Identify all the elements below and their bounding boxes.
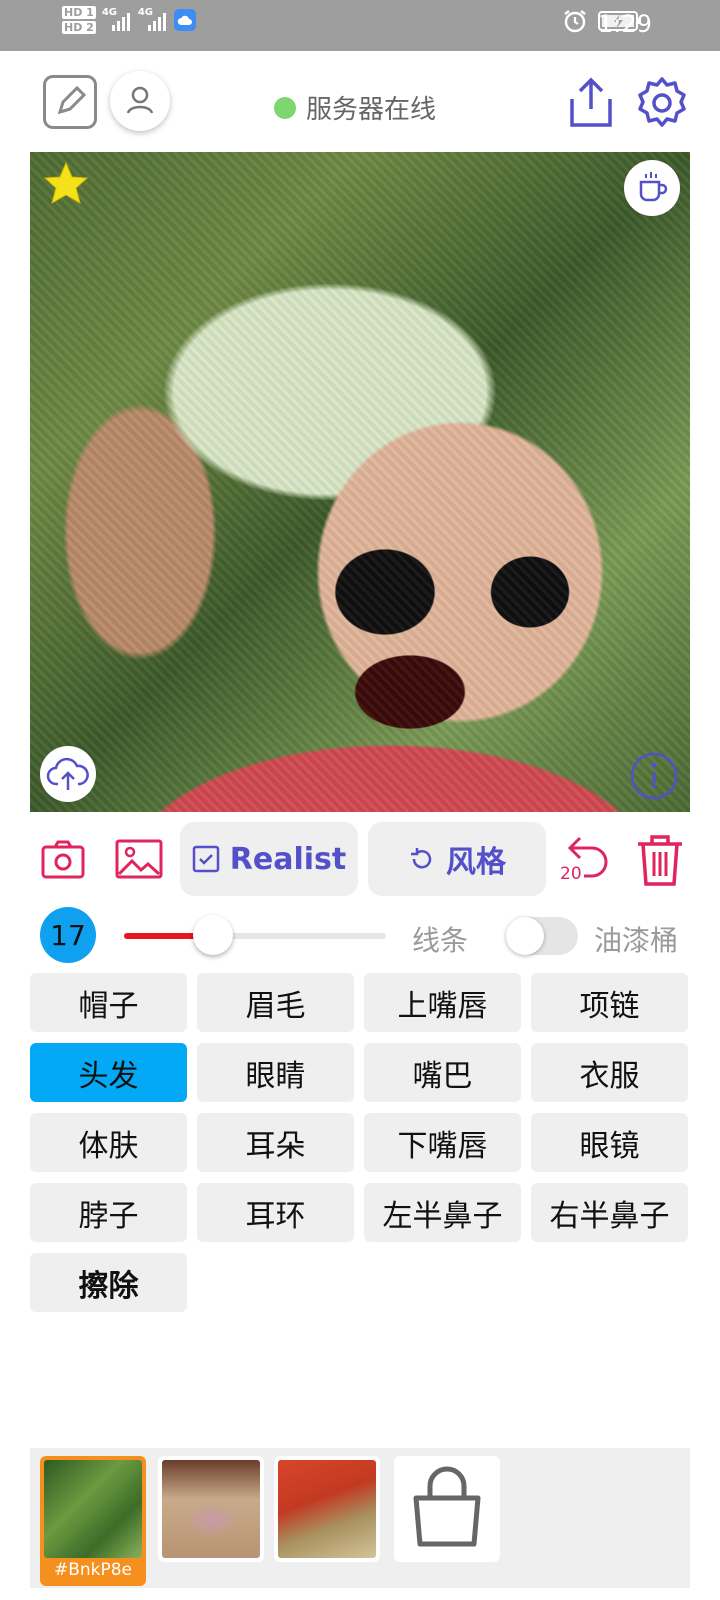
undo-button[interactable]: 20: [556, 834, 614, 886]
undo-count: 20: [560, 864, 582, 884]
gallery-thumb[interactable]: [274, 1456, 380, 1562]
camera-icon: [41, 840, 85, 879]
shop-button[interactable]: [394, 1456, 500, 1562]
hd-badges: HD 1 HD 2: [62, 6, 96, 34]
cloud-upload-icon: [46, 757, 89, 790]
part-button[interactable]: 上嘴唇: [364, 973, 521, 1032]
checkbox-icon: [192, 845, 220, 873]
thumbnail-forest: [44, 1460, 142, 1558]
part-button[interactable]: 头发: [30, 1043, 187, 1102]
info-button[interactable]: [628, 750, 680, 802]
upload-button[interactable]: [40, 746, 96, 802]
app-header: 服务器在线: [0, 51, 720, 149]
hd2-badge: HD 2: [62, 21, 96, 34]
part-button[interactable]: 下嘴唇: [364, 1113, 521, 1172]
user-icon: [126, 86, 154, 114]
gallery-thumb[interactable]: [158, 1456, 264, 1562]
paint-bucket-toggle[interactable]: [506, 917, 578, 955]
alarm-icon: [564, 10, 586, 33]
thumbnail-red: [278, 1460, 376, 1558]
style-button[interactable]: 风格: [368, 822, 546, 896]
paint-bucket-label: 油漆桶: [594, 924, 679, 957]
toolbar: Realist 风格 20: [0, 820, 720, 898]
gallery-thumb-selected[interactable]: #BnkP8e: [40, 1456, 146, 1586]
hd1-badge: HD 1: [62, 6, 96, 19]
edit-button[interactable]: [43, 75, 97, 129]
brush-size-slider[interactable]: [124, 933, 386, 939]
part-button[interactable]: 左半鼻子: [364, 1183, 521, 1242]
part-button[interactable]: 项链: [531, 973, 688, 1032]
part-button[interactable]: 耳朵: [197, 1113, 354, 1172]
shopping-bag-icon: [413, 1466, 481, 1547]
image-gallery: #BnkP8e: [30, 1448, 690, 1588]
gallery-button[interactable]: [114, 836, 164, 882]
share-icon: [570, 77, 612, 127]
erase-button[interactable]: 擦除: [30, 1253, 187, 1312]
thumbnail-pink: [162, 1460, 260, 1558]
clock: 1:29: [598, 10, 652, 38]
part-button[interactable]: 帽子: [30, 973, 187, 1032]
cloud-app-icon: [173, 9, 196, 31]
settings-button[interactable]: [634, 75, 690, 131]
user-button[interactable]: [110, 71, 170, 131]
coffee-button[interactable]: [624, 160, 680, 216]
style-label: 风格: [446, 845, 506, 880]
server-status-dot: [274, 96, 296, 119]
rotate-icon: [411, 848, 432, 869]
camera-button[interactable]: [40, 836, 86, 882]
brush-controls: 17 线条 油漆桶: [0, 905, 720, 965]
toggle-knob: [506, 917, 544, 955]
part-button[interactable]: 脖子: [30, 1183, 187, 1242]
trash-icon: [638, 835, 682, 886]
realist-toggle-button[interactable]: Realist: [180, 822, 358, 896]
part-button[interactable]: 眉毛: [197, 973, 354, 1032]
selected-thumb-tag: #BnkP8e: [53, 1560, 133, 1580]
slider-thumb[interactable]: [193, 915, 234, 955]
edit-icon: [57, 85, 87, 115]
server-status-label: 服务器在线: [306, 95, 437, 125]
server-status: 服务器在线: [274, 89, 436, 126]
canvas-texture: [30, 152, 690, 812]
part-button[interactable]: 眼镜: [531, 1113, 688, 1172]
part-button[interactable]: 衣服: [531, 1043, 688, 1102]
face-parts-grid: 帽子 眉毛 上嘴唇 项链头发 眼睛 嘴巴 衣服体肤 耳朵 下嘴唇 眼镜脖子 耳环 左半鼻子 右半鼻子擦除: [30, 973, 690, 1312]
part-button[interactable]: 耳环: [197, 1183, 354, 1242]
info-icon: [630, 752, 678, 800]
signal-1-icon: 4G: [102, 7, 132, 33]
part-button[interactable]: 眼睛: [197, 1043, 354, 1102]
image-icon: [115, 839, 163, 879]
signal-2-icon: 4G: [138, 7, 168, 33]
part-button[interactable]: 嘴巴: [364, 1043, 521, 1102]
drawing-canvas[interactable]: [30, 152, 690, 812]
status-bar: HD 1 HD 2 4G 4G 1:29: [0, 0, 720, 51]
coffee-cup-icon: [639, 172, 668, 202]
gear-icon: [638, 77, 686, 127]
status-left: HD 1 HD 2 4G 4G: [62, 6, 196, 34]
part-button[interactable]: 右半鼻子: [531, 1183, 688, 1242]
brush-size-badge: 17: [40, 907, 96, 963]
lines-label: 线条: [412, 924, 469, 957]
star-icon[interactable]: [42, 160, 90, 208]
part-button[interactable]: 体肤: [30, 1113, 187, 1172]
delete-button[interactable]: [634, 832, 686, 888]
realist-label: Realist: [229, 841, 347, 877]
share-button[interactable]: [566, 75, 616, 129]
